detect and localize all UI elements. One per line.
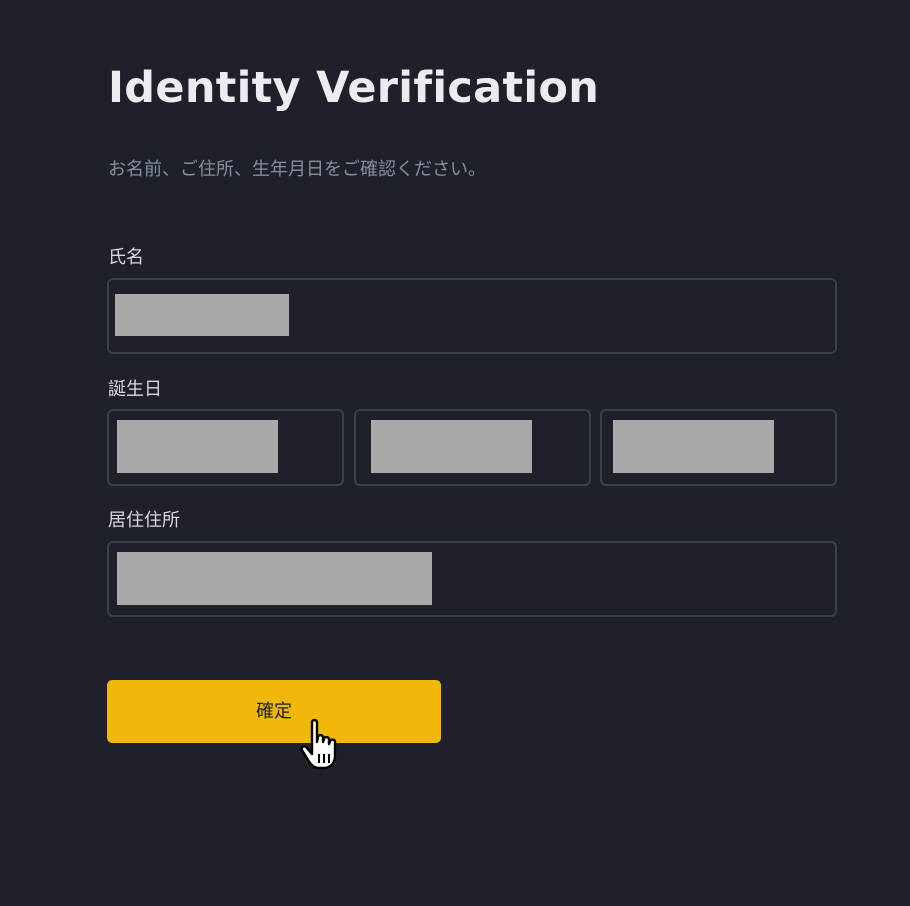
birthday-day-redaction — [613, 420, 774, 473]
page-title: Identity Verification — [108, 63, 600, 113]
birthday-year-field[interactable] — [107, 409, 344, 486]
hand-cursor-icon — [300, 718, 337, 770]
name-label: 氏名 — [108, 247, 144, 268]
birthday-label: 誕生日 — [108, 379, 162, 400]
birthday-day-field[interactable] — [600, 409, 837, 486]
confirm-button[interactable]: 確定 — [107, 680, 441, 743]
page-subtitle: お名前、ご住所、生年月日をご確認ください。 — [108, 159, 486, 180]
address-field[interactable] — [107, 541, 837, 617]
name-field[interactable] — [107, 278, 837, 354]
birthday-month-redaction — [371, 420, 532, 473]
address-label: 居住住所 — [108, 510, 180, 531]
birthday-year-redaction — [117, 420, 278, 473]
birthday-month-field[interactable] — [354, 409, 591, 486]
address-redaction — [117, 552, 432, 605]
name-redaction — [115, 294, 289, 336]
